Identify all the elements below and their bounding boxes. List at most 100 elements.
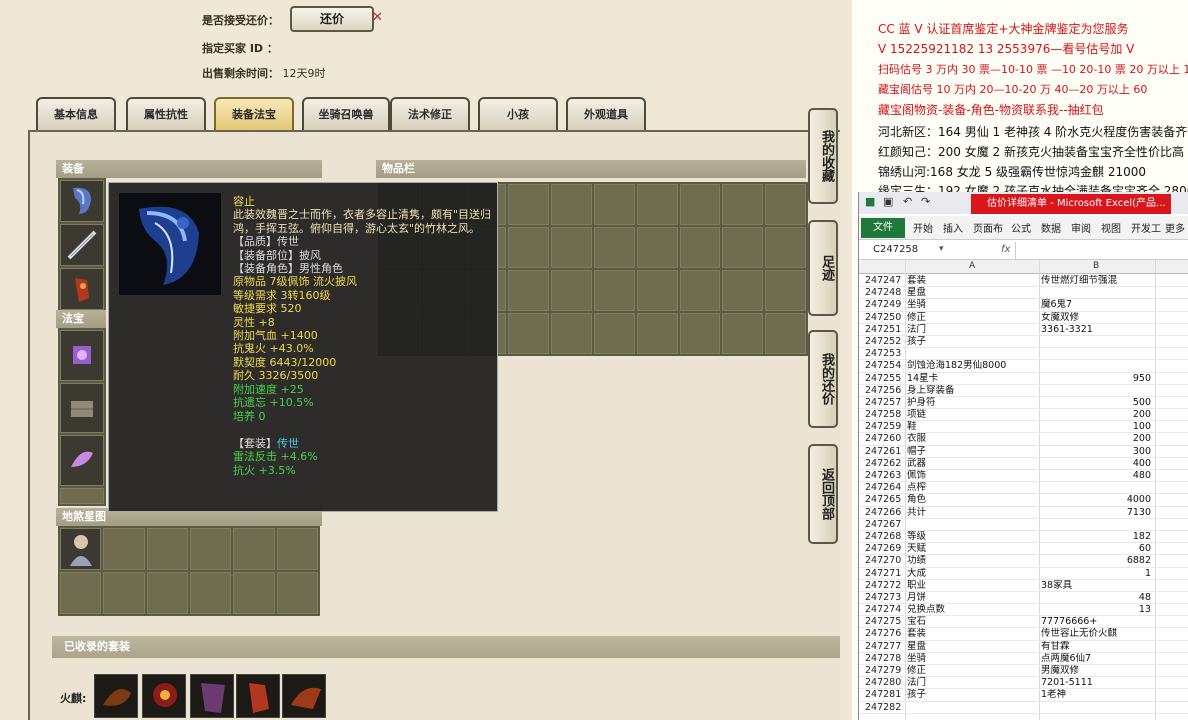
redo-icon[interactable]: ↷ bbox=[921, 195, 930, 208]
row-number[interactable]: 247247 bbox=[865, 275, 905, 287]
cell-a[interactable]: 功绩 bbox=[907, 555, 1037, 567]
name-box-dropdown-icon[interactable]: ▾ bbox=[939, 244, 944, 254]
row-number[interactable]: 247276 bbox=[865, 628, 905, 640]
tab-mounts[interactable]: 坐骑召唤兽 bbox=[302, 97, 390, 131]
item-slot[interactable] bbox=[593, 313, 635, 354]
item-slot[interactable] bbox=[636, 184, 678, 225]
row-number[interactable]: 247272 bbox=[865, 580, 905, 592]
cell-b[interactable]: 182 bbox=[1041, 531, 1151, 543]
cell-a[interactable]: 修正 bbox=[907, 312, 1037, 324]
ribbon-tab-file[interactable]: 文件 bbox=[861, 218, 905, 238]
column-header-b[interactable]: B bbox=[1093, 261, 1099, 271]
tab-equipment[interactable]: 装备法宝 bbox=[214, 97, 294, 131]
row-number[interactable]: 247266 bbox=[865, 507, 905, 519]
row-number[interactable]: 247268 bbox=[865, 531, 905, 543]
cell-a[interactable]: 坐骑 bbox=[907, 299, 1037, 311]
cell-b[interactable]: 400 bbox=[1041, 458, 1151, 470]
row-number[interactable]: 247261 bbox=[865, 446, 905, 458]
row-number[interactable]: 247248 bbox=[865, 287, 905, 299]
cell-a[interactable]: 共计 bbox=[907, 507, 1037, 519]
equip-slot-cape[interactable] bbox=[60, 180, 104, 222]
cell-a[interactable]: 身上穿装备 bbox=[907, 385, 1037, 397]
item-slot[interactable] bbox=[593, 227, 635, 268]
cell-a[interactable]: 套装 bbox=[907, 275, 1037, 287]
item-slot[interactable] bbox=[508, 270, 550, 311]
cell-a[interactable]: 天赋 bbox=[907, 543, 1037, 555]
cell-b[interactable]: 38家具 bbox=[1041, 580, 1151, 592]
cell-a[interactable]: 套装 bbox=[907, 628, 1037, 640]
cell-b[interactable]: 200 bbox=[1041, 409, 1151, 421]
cell-a[interactable]: 职业 bbox=[907, 580, 1037, 592]
cell-a[interactable]: 衣服 bbox=[907, 433, 1037, 445]
cell-b[interactable]: 13 bbox=[1041, 604, 1151, 616]
row-number[interactable]: 247254 bbox=[865, 360, 905, 372]
row-number[interactable]: 247259 bbox=[865, 421, 905, 433]
cell-a[interactable]: 星盘 bbox=[907, 287, 1037, 299]
row-number[interactable]: 247282 bbox=[865, 702, 905, 714]
cell-a[interactable]: 武器 bbox=[907, 458, 1037, 470]
back-to-top-button[interactable]: 返回顶部 bbox=[808, 444, 838, 544]
row-number[interactable]: 247281 bbox=[865, 689, 905, 701]
cell-b[interactable]: 7130 bbox=[1041, 507, 1151, 519]
row-number[interactable]: 247275 bbox=[865, 616, 905, 628]
cell-b[interactable]: 500 bbox=[1041, 397, 1151, 409]
cell-a[interactable]: 修正 bbox=[907, 665, 1037, 677]
row-number[interactable]: 247256 bbox=[865, 385, 905, 397]
tab-children[interactable]: 小孩 bbox=[478, 97, 558, 131]
cell-b[interactable]: 200 bbox=[1041, 433, 1151, 445]
fx-icon[interactable]: fx bbox=[1001, 244, 1010, 255]
item-slot[interactable] bbox=[765, 184, 806, 225]
cell-b[interactable]: 6882 bbox=[1041, 555, 1151, 567]
cell-b[interactable]: 950 bbox=[1041, 373, 1151, 385]
row-number[interactable]: 247250 bbox=[865, 312, 905, 324]
realm-slot[interactable] bbox=[146, 572, 188, 614]
suit-icon-5[interactable] bbox=[282, 674, 326, 718]
row-number[interactable]: 247253 bbox=[865, 348, 905, 360]
formula-input[interactable] bbox=[1015, 242, 1188, 259]
cell-a[interactable]: 大成 bbox=[907, 568, 1037, 580]
cell-b[interactable]: 4000 bbox=[1041, 494, 1151, 506]
cell-a[interactable]: 剑蚀沧海182男仙8000 bbox=[907, 360, 1037, 372]
suit-icon-2[interactable] bbox=[142, 674, 186, 718]
ribbon-tab-more[interactable]: 更多 bbox=[1165, 220, 1185, 235]
ribbon-tab-review[interactable]: 审阅 bbox=[1071, 220, 1091, 235]
item-slot[interactable] bbox=[636, 270, 678, 311]
cell-a[interactable]: 帽子 bbox=[907, 446, 1037, 458]
realm-slot[interactable] bbox=[189, 528, 232, 570]
tab-basic-info[interactable]: 基本信息 bbox=[36, 97, 116, 131]
equip-slot-gloves[interactable] bbox=[60, 268, 104, 310]
row-number[interactable]: 247274 bbox=[865, 604, 905, 616]
row-number[interactable]: 247251 bbox=[865, 324, 905, 336]
item-slot[interactable] bbox=[551, 227, 592, 268]
counter-toggle-icon[interactable]: ✕ bbox=[372, 10, 383, 25]
cell-a[interactable]: 角色 bbox=[907, 494, 1037, 506]
row-number[interactable]: 247273 bbox=[865, 592, 905, 604]
cell-a[interactable]: 孩子 bbox=[907, 689, 1037, 701]
cell-b[interactable]: 300 bbox=[1041, 446, 1151, 458]
row-number[interactable]: 247278 bbox=[865, 653, 905, 665]
ribbon-tab-formulas[interactable]: 公式 bbox=[1011, 220, 1031, 235]
item-slot[interactable] bbox=[636, 227, 678, 268]
save-icon[interactable]: ▣ bbox=[883, 195, 893, 208]
cell-a[interactable]: 14星卡 bbox=[907, 373, 1037, 385]
row-number[interactable]: 247271 bbox=[865, 568, 905, 580]
row-number[interactable]: 247249 bbox=[865, 299, 905, 311]
row-number[interactable]: 247262 bbox=[865, 458, 905, 470]
cell-a[interactable]: 孩子 bbox=[907, 336, 1037, 348]
magic-slot-4[interactable] bbox=[60, 487, 104, 504]
suit-icon-4[interactable] bbox=[236, 674, 280, 718]
item-slot[interactable] bbox=[679, 313, 721, 354]
row-number[interactable]: 247252 bbox=[865, 336, 905, 348]
row-number[interactable]: 247264 bbox=[865, 482, 905, 494]
row-number[interactable]: 247265 bbox=[865, 494, 905, 506]
row-number[interactable]: 247277 bbox=[865, 641, 905, 653]
ribbon-tab-data[interactable]: 数据 bbox=[1041, 220, 1061, 235]
cell-b[interactable]: 女魔双修 bbox=[1041, 312, 1151, 324]
magic-slot-2[interactable] bbox=[60, 382, 104, 433]
equip-slot-weapon[interactable] bbox=[60, 224, 104, 266]
item-slot[interactable] bbox=[636, 313, 678, 354]
item-slot[interactable] bbox=[508, 227, 550, 268]
realm-slot[interactable] bbox=[103, 572, 145, 614]
item-slot[interactable] bbox=[679, 227, 721, 268]
tab-attributes[interactable]: 属性抗性 bbox=[126, 97, 206, 131]
